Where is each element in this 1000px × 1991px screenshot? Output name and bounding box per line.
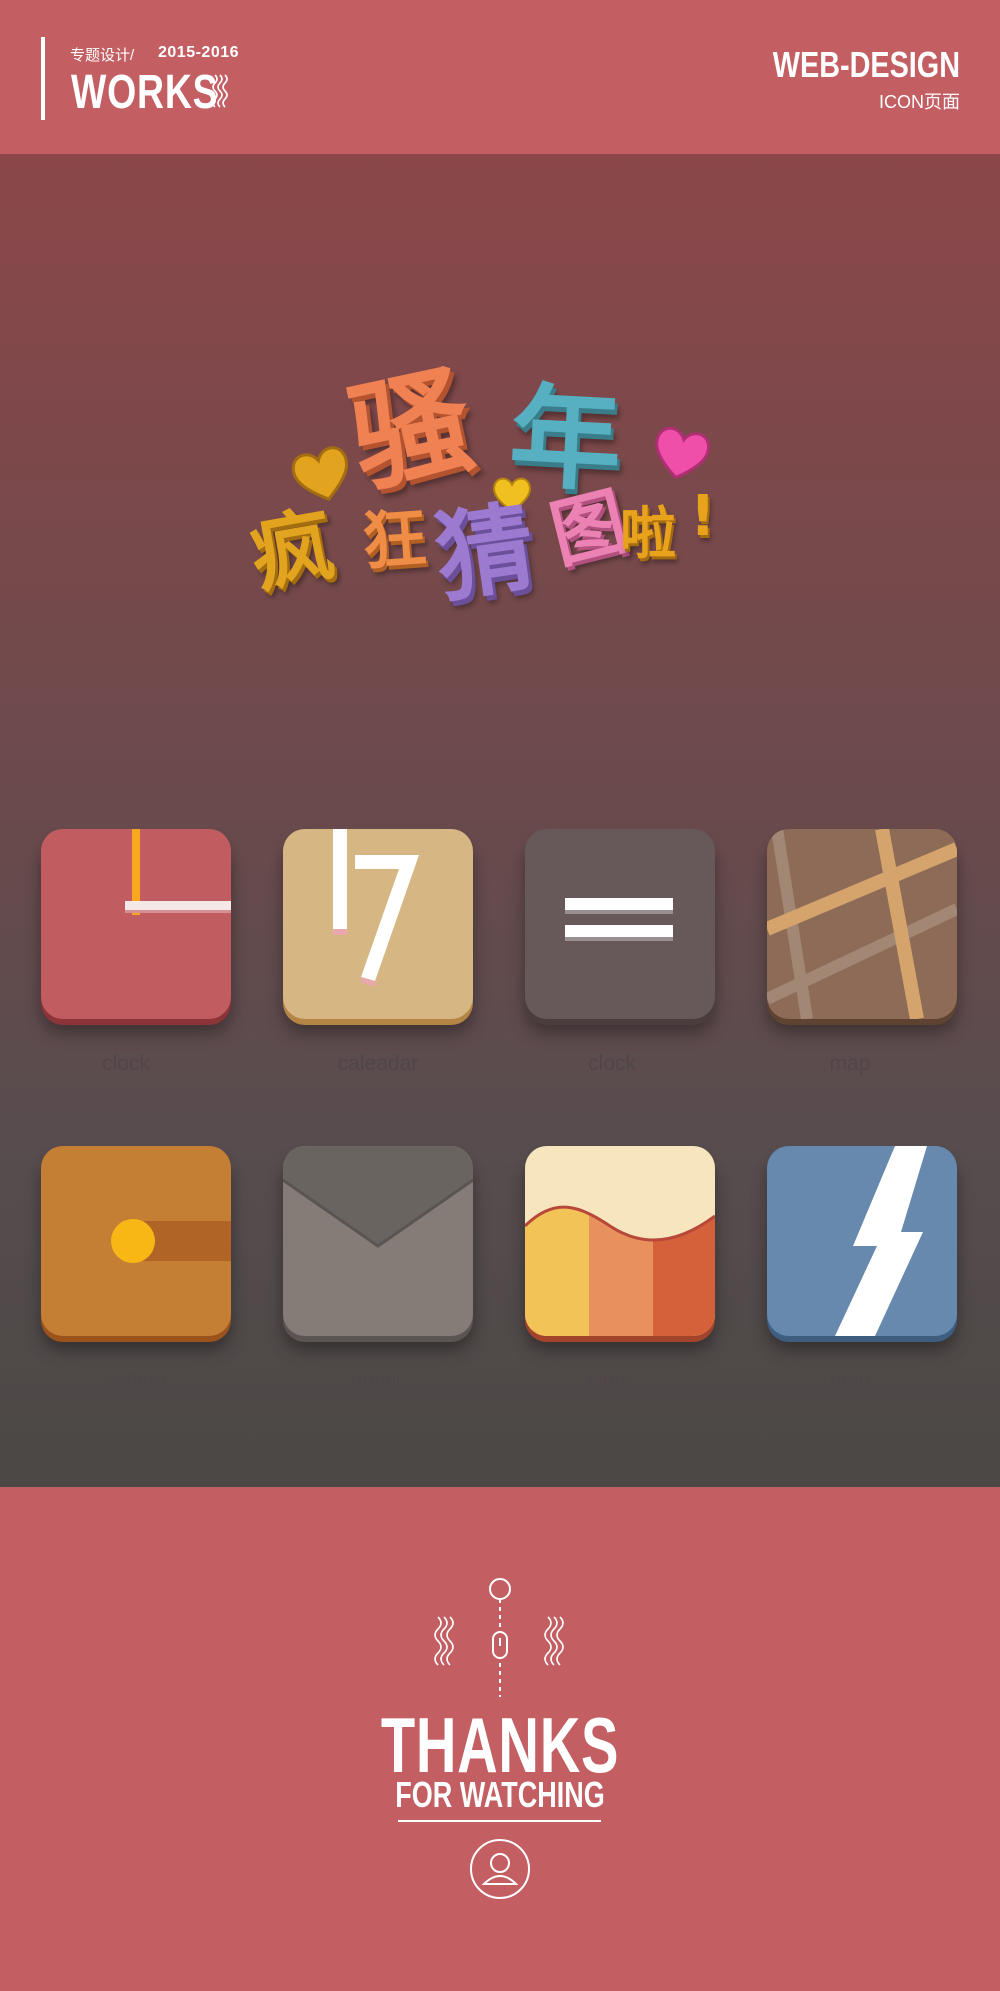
header-accent-bar (41, 37, 45, 120)
header-web-design: WEB-DESIGN (772, 44, 960, 85)
header-works-title: WORKS (71, 66, 219, 119)
main-content: 骚 年 疯 狂 猜 图 啦 ! clock caleadar clock map… (0, 154, 1000, 1487)
icon-label: map (829, 1369, 871, 1392)
setting-app-icon[interactable] (41, 1146, 231, 1336)
icon-label: caleadar (337, 1052, 419, 1075)
header-subtitle: 专题设计/ (70, 47, 135, 64)
map-app-icon[interactable] (767, 829, 957, 1019)
flash-app-icon[interactable] (767, 1146, 957, 1336)
icon-label: email (350, 1369, 402, 1392)
clock-app-icon[interactable] (41, 829, 231, 1019)
icon-label: map (829, 1052, 871, 1075)
wave-chart-icon (525, 1205, 715, 1336)
logo-char: 猜 (428, 490, 542, 618)
header-icon-page: ICON页面 (879, 92, 960, 112)
email-app-icon[interactable] (283, 1146, 473, 1336)
title-logo: 骚 年 疯 狂 猜 图 啦 ! (244, 334, 730, 624)
envelope-icon (283, 1146, 473, 1248)
toggle-icon (111, 1219, 231, 1263)
chart-tile (525, 1146, 715, 1336)
clock-tile (41, 829, 231, 1019)
user-icon[interactable] (469, 1838, 531, 1900)
logo-char: ! (690, 484, 716, 549)
scroll-mouse-icon (434, 1578, 564, 1697)
icon-label: clock (588, 1052, 636, 1075)
for-watching-subheading: FOR WATCHING (395, 1774, 605, 1815)
page-header: 专题设计/ 2015-2016 WORKS WEB-DESIGN ICON页面 (0, 0, 1000, 154)
icon-label: clock (588, 1369, 636, 1392)
logo-char: 狂 (359, 501, 429, 581)
equals-icon (565, 898, 673, 941)
icon-label: clock (102, 1052, 150, 1075)
flash-tile (767, 1146, 957, 1336)
squiggle-icon (212, 74, 228, 108)
calendar-tile (283, 829, 473, 1019)
map-tile (767, 829, 957, 1019)
header-years: 2015-2016 (158, 44, 240, 61)
lightning-icon (835, 1146, 927, 1336)
icon-label: setting (104, 1369, 166, 1392)
divider (398, 1820, 601, 1822)
calendar-app-icon[interactable] (283, 829, 473, 1019)
chart-app-icon[interactable] (525, 1146, 715, 1336)
heart-icon (655, 426, 710, 480)
calendar-icon (333, 829, 419, 987)
menu-app-icon[interactable] (525, 829, 715, 1019)
setting-tile (41, 1146, 231, 1336)
page-footer: THANKS FOR WATCHING (0, 1487, 1000, 1991)
email-tile (283, 1146, 473, 1336)
menu-tile (525, 829, 715, 1019)
logo-char: 啦 (620, 502, 676, 567)
clock-icon (125, 829, 231, 915)
map-icon (767, 829, 957, 1019)
